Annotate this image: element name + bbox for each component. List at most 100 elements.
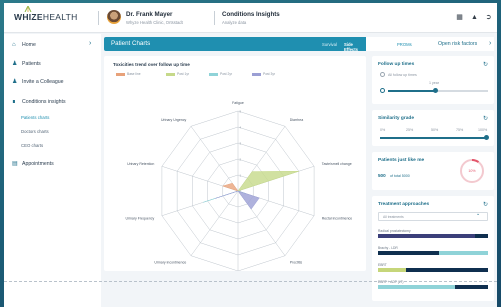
sidebar-item-conditions[interactable]: ∎ Conditions insights: [12, 99, 66, 105]
scale-label: 75%: [456, 128, 464, 132]
leaf-icon: [24, 6, 32, 12]
sidebar-item-label: Invite a Colleague: [22, 79, 64, 85]
sidebar-item-label: Patients: [22, 61, 41, 67]
refresh-icon[interactable]: ↻: [483, 115, 488, 122]
radar-chart: 543210FatigueDiarrheaTaste/smell changeR…: [126, 101, 352, 271]
treatment-bar-label: Radical prostatectomy: [378, 229, 411, 233]
sidebar-item-label: Conditions insights: [22, 99, 66, 105]
print-icon[interactable]: ▦: [456, 14, 463, 22]
chart-icon: ∎: [12, 99, 16, 105]
brand-logo[interactable]: WHIZEHEALTH: [14, 6, 78, 22]
treatment-bar-fill: [378, 251, 439, 255]
divider: [214, 11, 215, 25]
patients-count: 500: [378, 173, 386, 178]
radar-tick-label: 1: [240, 174, 242, 178]
patients-like-me-title: Patients just like me: [378, 158, 425, 163]
radar-axis-label: Urinary Frequency: [126, 216, 155, 220]
user-plus-icon: ♟: [12, 79, 18, 85]
chevron-right-icon[interactable]: ›: [489, 40, 491, 47]
avatar[interactable]: [107, 10, 121, 24]
radar-tick-label: 5: [240, 110, 242, 114]
radar-axis-line: [190, 126, 239, 192]
radar-chart-card: Toxicities trend over follow up time Bas…: [104, 56, 366, 271]
treatment-bar-row[interactable]: Brachy - LDR: [378, 246, 488, 255]
scale-label: 0%: [380, 128, 386, 132]
treatment-bar-row[interactable]: EBRT: [378, 263, 488, 272]
logout-icon[interactable]: ➲: [485, 14, 492, 22]
top-bar: WHIZEHEALTH Dr. Frank Mayer Whyze Health…: [4, 3, 497, 33]
subnav-ceo-charts[interactable]: CEO charts: [21, 143, 43, 148]
scale-label: 100%: [478, 128, 488, 132]
charts-header: Patient Charts Survival Side Effects: [104, 37, 366, 52]
follow-up-slider-fill: [388, 90, 436, 92]
tab-side-effects[interactable]: Side Effects: [344, 42, 366, 52]
slider-radio[interactable]: [380, 88, 385, 93]
tab-proms[interactable]: PROMs: [397, 42, 412, 47]
sidebar-item-invite[interactable]: ♟ Invite a Colleague: [12, 79, 64, 85]
open-risk-factors-link[interactable]: Open risk factors: [438, 41, 477, 47]
radar-axis-label: Urinary Retention: [127, 162, 154, 166]
patients-like-me-card: Patients just like me 500 of total 5000 …: [372, 152, 494, 190]
home-icon: ⌂: [12, 42, 16, 48]
treatment-title: Treatment approaches: [378, 202, 430, 207]
follow-up-slider-handle[interactable]: [433, 88, 438, 93]
scale-label: 50%: [431, 128, 439, 132]
all-times-radio[interactable]: [380, 72, 385, 77]
bell-icon[interactable]: ▲: [471, 14, 478, 22]
collapse-sidebar-icon[interactable]: ›: [89, 40, 91, 47]
sidebar: ⌂ Home ♟ Patients ♟ Invite a Colleague ∎…: [4, 34, 101, 307]
treatment-bar-row[interactable]: Radical prostatectomy: [378, 229, 488, 238]
sidebar-item-label: Home: [22, 42, 36, 48]
radar-axis-label: Taste/smell change: [322, 162, 352, 166]
user-name: Dr. Frank Mayer: [126, 11, 173, 18]
subnav-patients-charts[interactable]: Patients charts: [21, 115, 49, 120]
treatment-bar-fill: [378, 268, 406, 272]
divider: [4, 281, 497, 282]
radar-series-area[interactable]: [215, 190, 260, 210]
treatment-card: Treatment approaches ↻ All treatments ⌄ …: [372, 196, 494, 301]
radar-axis-label: Urinary Urgency: [161, 118, 187, 122]
sidebar-item-home[interactable]: ⌂ Home: [12, 42, 36, 48]
treatment-bar-label: Brachy - LDR: [378, 246, 398, 250]
calendar-icon: ▤: [12, 161, 18, 167]
treatment-bar-fill: [378, 285, 455, 289]
sidebar-item-label: Appointments: [22, 161, 54, 167]
refresh-icon[interactable]: ↻: [483, 61, 488, 68]
tab-survival[interactable]: Survival: [322, 42, 337, 47]
page-title: Conditions Insights: [222, 11, 280, 18]
follow-up-title: Follow up times: [378, 62, 415, 67]
percent-value: 10%: [468, 169, 476, 173]
similarity-card: Similarity grade ↻ 0% 25% 50% 75% 100%: [372, 110, 494, 146]
radar-series-area[interactable]: [221, 182, 239, 192]
radar-axis-label: Diarrhea: [290, 118, 303, 122]
sidebar-item-patients[interactable]: ♟ Patients: [12, 61, 41, 67]
treatment-bar-row[interactable]: EBRT + ADT (LT): [378, 280, 488, 289]
patients-total: of total 5000: [390, 174, 410, 178]
radar-axis-label: Fatigue: [232, 101, 244, 105]
sidebar-item-appointments[interactable]: ▤ Appointments: [12, 161, 54, 167]
radar-tick-label: 3: [240, 142, 242, 146]
radar-axis-label: Proctitis: [290, 260, 303, 264]
radar-axis-label: Urinary incontinence: [154, 260, 186, 264]
radar-tick-label: 2: [240, 158, 242, 162]
brand-name-rest: HEALTH: [42, 12, 78, 22]
similarity-slider-handle[interactable]: [484, 135, 489, 140]
divider: [98, 11, 99, 25]
charts-title: Patient Charts: [111, 40, 151, 47]
subnav-doctors-charts[interactable]: Doctors charts: [21, 129, 49, 134]
treatment-select[interactable]: All treatments: [378, 212, 488, 221]
user-clinic: Whyze Health Clinic, Ortsstadt: [126, 20, 183, 25]
app-window: WHIZEHEALTH Dr. Frank Mayer Whyze Health…: [4, 3, 497, 307]
page-subtitle: Analyze data: [222, 20, 247, 25]
brand-name-bold: WHIZE: [14, 12, 43, 22]
slider-marker-label: 1 year: [429, 81, 439, 85]
follow-up-card: Follow up times ↻ All follow up times 1 …: [372, 56, 494, 104]
treatment-select-value: All treatments: [383, 215, 404, 219]
scale-label: 25%: [406, 128, 414, 132]
main-content: Patient Charts Survival Side Effects PRO…: [104, 37, 494, 307]
users-icon: ♟: [12, 61, 18, 67]
chevron-down-icon[interactable]: ⌄: [476, 211, 480, 217]
radar-tick-label: 4: [240, 126, 242, 130]
similarity-slider-track[interactable]: [380, 137, 488, 139]
refresh-icon[interactable]: ↻: [483, 201, 488, 208]
